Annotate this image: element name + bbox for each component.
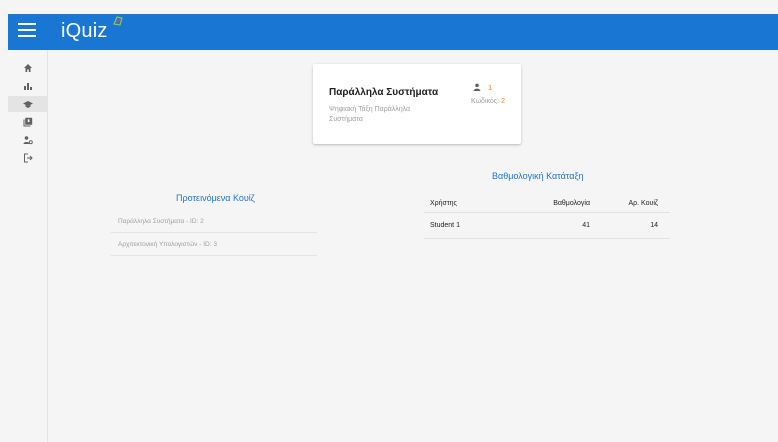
graduation-cap-icon <box>22 101 33 108</box>
quiz-library-icon <box>23 117 32 127</box>
bar-chart-icon <box>23 83 32 90</box>
sidebar-item-classes[interactable] <box>8 96 47 112</box>
members-count: 1 <box>488 83 493 92</box>
class-description: Ψηφιακή Τάξη Παράλληλα Συστήματα <box>329 106 411 123</box>
sidebar-item-logout[interactable] <box>8 150 47 166</box>
sidebar-nav <box>8 50 48 442</box>
list-item[interactable]: Παράλληλα Συστήματα - ID: 2 <box>111 210 317 233</box>
person-icon <box>473 83 481 91</box>
sidebar-item-quizzes[interactable] <box>8 114 47 130</box>
column-header-quiz-count: Αρ. Κουίζ <box>628 199 659 207</box>
table-header: Χρήστης Βαθμολογία Αρ. Κουίζ <box>424 194 670 213</box>
recommended-quizzes-title: Προτεινόμενα Κουίζ <box>176 193 255 203</box>
cell-score: 41 <box>582 222 590 229</box>
menu-icon[interactable] <box>18 23 36 41</box>
sidebar-item-statistics[interactable] <box>8 78 47 94</box>
app-logo-text: iQuiz <box>61 20 108 42</box>
sidebar-item-home[interactable] <box>8 60 47 76</box>
account-settings-icon <box>23 136 33 145</box>
ranking-table: Χρήστης Βαθμολογία Αρ. Κουίζ Student 1 4… <box>424 194 670 239</box>
recommended-quizzes-list: Παράλληλα Συστήματα - ID: 2 Αρχιτεκτονικ… <box>111 210 317 256</box>
cell-user: Student 1 <box>430 222 460 229</box>
ranking-title: Βαθμολογική Κατάταξη <box>492 171 584 181</box>
sidebar-item-account[interactable] <box>8 132 47 148</box>
table-row: Student 1 41 14 <box>424 213 670 239</box>
column-header-user: Χρήστης <box>430 199 457 207</box>
class-title: Παράλληλα Συστήματα <box>329 87 439 98</box>
logout-icon <box>23 153 33 163</box>
list-item[interactable]: Αρχιτεκτονική Υπολογιστών - ID: 3 <box>111 233 317 256</box>
cell-quiz-count: 14 <box>650 222 658 229</box>
class-code: Κωδικός: 2 <box>471 98 505 105</box>
class-code-value: 2 <box>501 98 505 105</box>
class-card[interactable]: Παράλληλα Συστήματα Ψηφιακή Τάξη Παράλλη… <box>313 64 521 144</box>
app-frame: iQuiz Παράλληλα Συστήματα Ψηφιακή Τάξη Π… <box>0 0 778 442</box>
top-app-bar: iQuiz <box>8 14 778 50</box>
class-code-label: Κωδικός: <box>471 98 500 105</box>
column-header-score: Βαθμολογία <box>553 199 590 207</box>
logo-mark-icon <box>113 16 123 26</box>
home-icon <box>23 64 32 72</box>
